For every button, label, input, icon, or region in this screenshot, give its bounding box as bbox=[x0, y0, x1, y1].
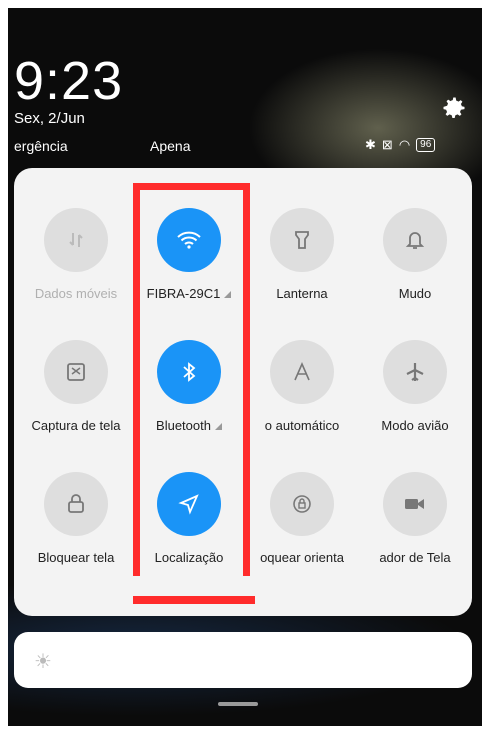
tile-label: Mudo bbox=[398, 286, 432, 301]
tile-screenshot[interactable]: Captura de tela bbox=[18, 340, 134, 433]
date: Sex, 2/Jun bbox=[14, 110, 85, 127]
wifi-status-icon: ◠ bbox=[398, 137, 411, 152]
flashlight-icon[interactable] bbox=[270, 208, 334, 272]
tile-label: oquear orienta bbox=[260, 550, 344, 565]
bell-icon[interactable] bbox=[383, 208, 447, 272]
status-bar-icons: ✱ ⊠ ◠ 96 bbox=[365, 137, 436, 153]
tile-mobile-data[interactable]: Dados móveis bbox=[18, 208, 134, 301]
tile-auto-brightness[interactable]: o automático bbox=[244, 340, 360, 433]
tile-label: Captura de tela bbox=[31, 418, 121, 433]
tile-bell[interactable]: Mudo bbox=[357, 208, 473, 301]
highlight-box-bottom bbox=[133, 596, 255, 604]
highlight-box bbox=[133, 183, 250, 576]
carrier-text-right: Apena bbox=[150, 138, 191, 154]
tile-airplane[interactable]: Modo avião bbox=[357, 340, 473, 433]
tile-screen-recorder[interactable]: ador de Tela bbox=[357, 472, 473, 565]
airplane-icon[interactable] bbox=[383, 340, 447, 404]
settings-gear-icon[interactable] bbox=[440, 94, 470, 124]
tile-label: Dados móveis bbox=[34, 286, 118, 301]
screenshot-icon[interactable] bbox=[44, 340, 108, 404]
tile-flashlight[interactable]: Lanterna bbox=[244, 208, 360, 301]
rotation-lock-icon[interactable] bbox=[270, 472, 334, 536]
screen-recorder-icon[interactable] bbox=[383, 472, 447, 536]
carrier-text-left: ergência bbox=[14, 138, 68, 154]
tile-label: o automático bbox=[264, 418, 340, 433]
sim-status-icon: ⊠ bbox=[381, 137, 393, 152]
tile-label: Bloquear tela bbox=[37, 550, 115, 565]
lock-icon[interactable] bbox=[44, 472, 108, 536]
clock: 9:23 bbox=[14, 51, 124, 111]
bluetooth-status-icon: ✱ bbox=[365, 137, 376, 152]
tile-lock[interactable]: Bloquear tela bbox=[18, 472, 134, 565]
brightness-slider[interactable]: ☀ bbox=[14, 632, 472, 688]
battery-icon: 96 bbox=[416, 138, 436, 152]
tile-label: Modo avião bbox=[381, 418, 449, 433]
tile-label: Lanterna bbox=[276, 286, 328, 301]
mobile-data-icon[interactable] bbox=[44, 208, 108, 272]
auto-brightness-icon[interactable] bbox=[270, 340, 334, 404]
brightness-sun-icon: ☀ bbox=[34, 651, 52, 673]
tile-label: ador de Tela bbox=[379, 550, 451, 565]
panel-drag-handle[interactable] bbox=[218, 702, 258, 706]
tile-rotation-lock[interactable]: oquear orienta bbox=[244, 472, 360, 565]
